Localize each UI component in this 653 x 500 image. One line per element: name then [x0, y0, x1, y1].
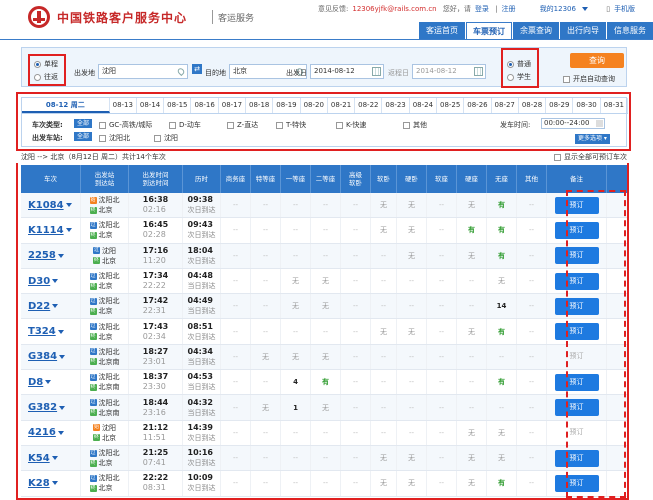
- date-tab[interactable]: 08-25: [437, 98, 465, 113]
- date-tab[interactable]: 08-14: [137, 98, 165, 113]
- station-label: 出发车站:: [32, 134, 63, 142]
- nav-item-0[interactable]: 客运首页: [419, 22, 465, 39]
- query-button[interactable]: 查询: [570, 53, 624, 68]
- show-all-toggle[interactable]: 显示全部可预订车次: [554, 152, 627, 162]
- checkbox-icon[interactable]: [403, 121, 410, 129]
- nav-item-1[interactable]: 车票预订: [466, 22, 512, 39]
- feedback-email-link[interactable]: 12306yjfk@rails.com.cn: [352, 5, 436, 13]
- checkbox-icon[interactable]: [336, 121, 343, 129]
- date-tab[interactable]: 08-26: [464, 98, 492, 113]
- date-tab[interactable]: 08-23: [382, 98, 410, 113]
- site-subtitle: 客运服务: [218, 14, 255, 24]
- date-tab[interactable]: 08-22: [355, 98, 383, 113]
- depart-time-label: 发车时间:: [500, 121, 531, 129]
- date-tab[interactable]: 08-18: [246, 98, 274, 113]
- station-filter-shenyang[interactable]: 沈阳: [154, 133, 178, 143]
- depart-date-input[interactable]: 2014-08-12: [310, 64, 384, 79]
- checkbox-icon[interactable]: [99, 121, 106, 129]
- swap-icon[interactable]: ⇄: [192, 64, 202, 74]
- checkbox-icon[interactable]: [554, 153, 561, 161]
- date-label: 出发日: [286, 69, 307, 77]
- date-tab[interactable]: 08-27: [492, 98, 519, 113]
- train-type-filter[interactable]: 其他: [403, 120, 427, 130]
- table-highlight: [16, 163, 629, 500]
- radio-icon[interactable]: [507, 60, 514, 68]
- auto-query-toggle[interactable]: 开启自动查询: [563, 74, 615, 84]
- from-station-input[interactable]: 沈阳: [98, 64, 188, 79]
- main-nav: 客运首页 车票预订 余票查询 出行向导 信息服务: [418, 22, 653, 39]
- date-tab[interactable]: 08-19: [273, 98, 301, 113]
- checkbox-icon[interactable]: [169, 121, 176, 129]
- train-type-filter[interactable]: T-特快: [276, 120, 306, 130]
- date-tab[interactable]: 08-31: [601, 98, 628, 113]
- date-tab[interactable]: 08-12 周二: [22, 98, 110, 113]
- date-tab[interactable]: 08-21: [328, 98, 356, 113]
- date-tab[interactable]: 08-24: [410, 98, 438, 113]
- radio-icon[interactable]: [34, 73, 41, 81]
- station-filter-shenyangbei[interactable]: 沈阳北: [99, 133, 130, 143]
- chevron-down-icon[interactable]: [596, 120, 603, 127]
- checkbox-icon[interactable]: [99, 134, 106, 142]
- greeting-text: 您好，请: [442, 5, 471, 13]
- from-label: 出发地: [74, 69, 95, 77]
- result-bar: 沈阳 --> 北京（8月12日 周二）共计14个车次 显示全部可预订车次: [21, 151, 627, 163]
- date-tab[interactable]: 08-13: [110, 98, 137, 113]
- train-type-filter[interactable]: GC-高铁/城际: [99, 120, 152, 130]
- top-bar: 意见反馈: 12306yjfk@rails.com.cn 您好，请 登录 | 注册 我…: [318, 4, 636, 14]
- mobile-link[interactable]: 手机版: [614, 4, 635, 14]
- station-all-button[interactable]: 全部: [74, 132, 95, 141]
- railway-logo-icon[interactable]: [28, 6, 50, 28]
- nav-item-4[interactable]: 信息服务: [607, 22, 653, 39]
- location-pin-icon: [176, 66, 186, 77]
- checkbox-icon[interactable]: [227, 121, 234, 129]
- date-tab[interactable]: 08-29: [546, 98, 574, 113]
- date-tabs: 08-12 周二 08-13 08-14 08-15 08-16 08-17 08-18 08…: [22, 98, 628, 114]
- nav-item-3[interactable]: 出行向导: [560, 22, 606, 39]
- date-tab[interactable]: 08-17: [219, 98, 247, 113]
- title-divider: [212, 10, 213, 24]
- passenger-type-adult[interactable]: 普通: [507, 59, 531, 69]
- register-link[interactable]: 注册: [501, 4, 515, 14]
- site-header: 中国铁路客户服务中心 客运服务 意见反馈: 12306yjfk@rails.com…: [0, 0, 653, 40]
- trip-type-oneway[interactable]: 单程: [34, 59, 58, 69]
- nav-item-2[interactable]: 余票查询: [513, 22, 559, 39]
- mobile-icon: ▯: [606, 5, 611, 13]
- calendar-icon[interactable]: [372, 67, 381, 76]
- train-type-filter[interactable]: Z-直达: [227, 120, 258, 130]
- calendar-icon[interactable]: [474, 67, 483, 76]
- checkbox-icon[interactable]: [563, 75, 570, 83]
- date-tab[interactable]: 08-30: [573, 98, 601, 113]
- chevron-down-icon[interactable]: [581, 7, 588, 11]
- filter-panel: 08-12 周二 08-13 08-14 08-15 08-16 08-17 08-18 08…: [21, 97, 628, 147]
- search-panel: 单程 往返 出发地 沈阳 ⇄ 目的地 北京 出发日 2014-08-12 返程日…: [21, 47, 627, 88]
- depart-time-select[interactable]: 00:00--24:00: [541, 118, 605, 129]
- date-tab[interactable]: 08-16: [191, 98, 219, 113]
- train-type-all-button[interactable]: 全部: [74, 119, 95, 128]
- train-type-label: 车次类型:: [32, 121, 63, 129]
- result-summary: 沈阳 --> 北京（8月12日 周二）共计14个车次: [21, 153, 166, 161]
- date-tab[interactable]: 08-20: [301, 98, 328, 113]
- date-tab[interactable]: 08-15: [164, 98, 192, 113]
- radio-icon[interactable]: [34, 60, 41, 68]
- radio-icon[interactable]: [507, 73, 514, 81]
- train-type-filter[interactable]: D-动车: [169, 120, 201, 130]
- feedback-label: 意见反馈:: [318, 5, 349, 13]
- checkbox-icon[interactable]: [154, 134, 161, 142]
- passenger-type-student[interactable]: 学生: [507, 72, 531, 82]
- booking-column-highlight: [566, 190, 626, 498]
- date-tab[interactable]: 08-28: [519, 98, 547, 113]
- to-label: 目的地: [205, 69, 226, 77]
- return-date-input[interactable]: 2014-08-12: [412, 64, 486, 79]
- more-options-button[interactable]: 更多选项 ▾: [575, 134, 610, 144]
- return-label: 返程日: [388, 69, 409, 77]
- site-title[interactable]: 中国铁路客户服务中心: [57, 9, 187, 26]
- my12306-link[interactable]: 我的12306: [540, 4, 576, 14]
- login-link[interactable]: 登录: [475, 4, 489, 14]
- checkbox-icon[interactable]: [276, 121, 283, 129]
- trip-type-round[interactable]: 往返: [34, 72, 58, 82]
- train-type-filter[interactable]: K-快速: [336, 120, 366, 130]
